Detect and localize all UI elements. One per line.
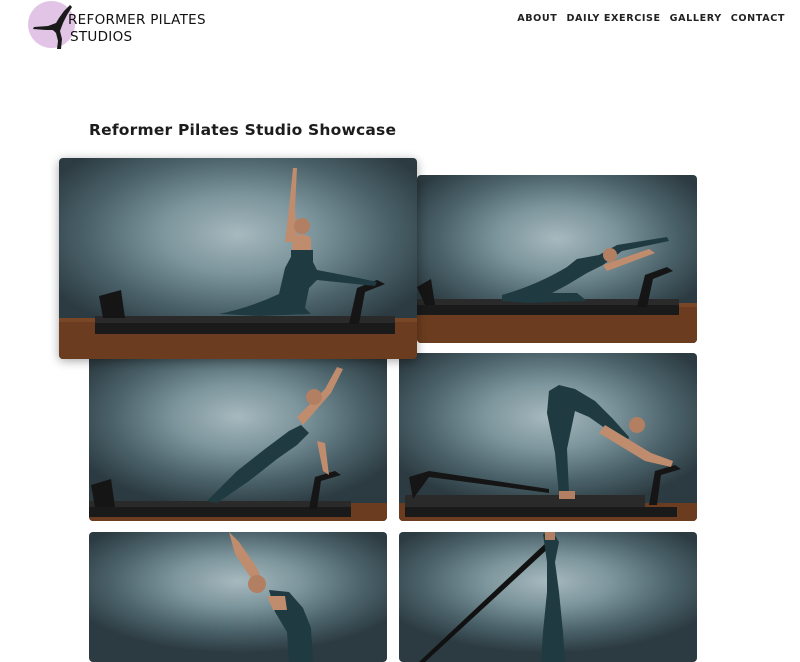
photo-side-bend-reach-icon — [417, 237, 697, 343]
gallery-photo-6[interactable] — [399, 532, 697, 662]
gallery-photo-2[interactable] — [417, 175, 697, 343]
gallery-photo-3[interactable] — [89, 353, 387, 521]
brand-logo[interactable]: REFORMER PILATES STUDIOS — [26, 1, 206, 53]
photo-side-plank-arm-up-icon — [89, 367, 387, 521]
brand-line-1: REFORMER PILATES — [68, 12, 206, 28]
photo-side-stretch-arm-up-icon — [59, 168, 417, 359]
gallery-photo-4[interactable] — [399, 353, 697, 521]
brand-name: REFORMER PILATES STUDIOS — [68, 12, 206, 46]
photo-standing-forward-bend-icon — [229, 532, 313, 662]
main-nav: ABOUT DAILY EXERCISE GALLERY CONTACT — [517, 13, 785, 24]
nav-contact[interactable]: CONTACT — [731, 13, 785, 24]
gallery-photo-5[interactable] — [89, 532, 387, 662]
photo-downward-dog-icon — [399, 385, 697, 521]
brand-line-2: STUDIOS — [70, 29, 133, 45]
nav-about[interactable]: ABOUT — [517, 13, 557, 24]
gallery-photo-1[interactable] — [59, 158, 417, 359]
nav-gallery[interactable]: GALLERY — [670, 13, 722, 24]
page-title: Reformer Pilates Studio Showcase — [89, 121, 397, 139]
nav-daily-exercise[interactable]: DAILY EXERCISE — [566, 13, 660, 24]
photo-straps-leg-lift-icon — [419, 532, 565, 662]
